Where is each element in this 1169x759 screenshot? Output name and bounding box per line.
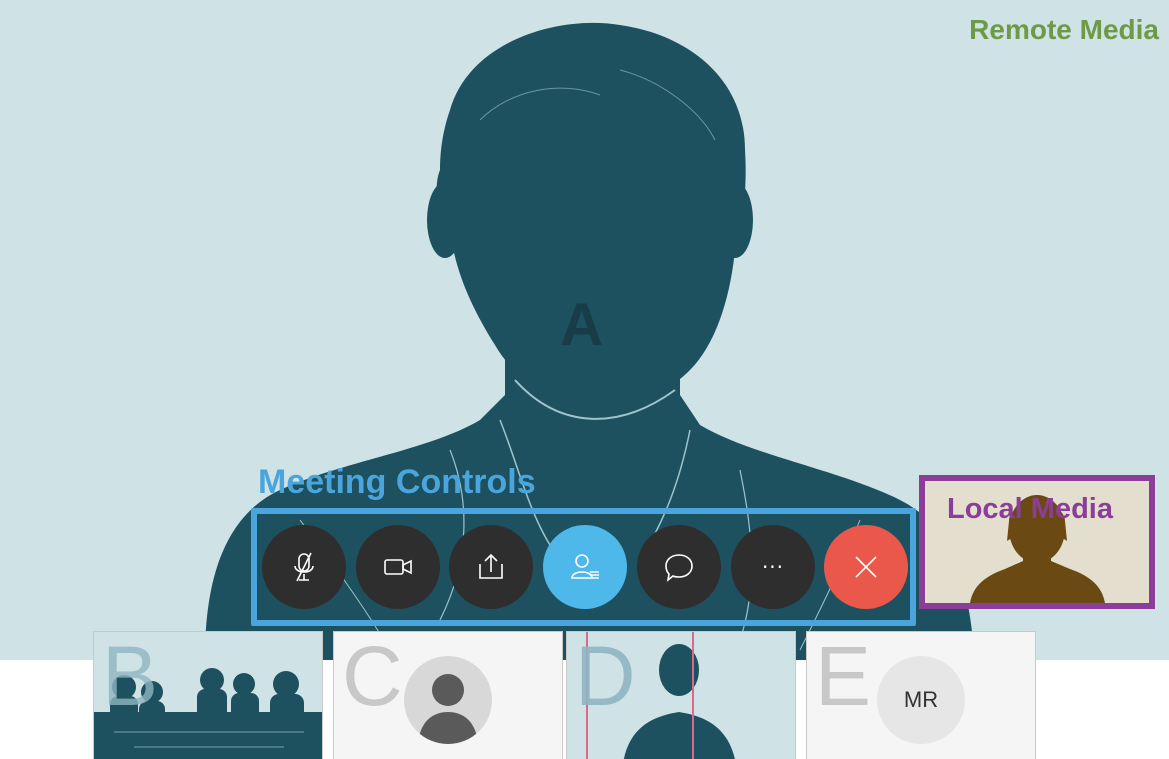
participant-letter-b: B [102,631,159,723]
speaker-letter-a: A [560,291,604,358]
participant-letter-c: C [342,631,403,723]
mute-button[interactable] [262,525,346,609]
participant-thumb-c[interactable]: C [333,631,563,759]
initials-avatar: MR [877,656,965,744]
microphone-muted-icon [294,552,314,582]
participant-thumb-e[interactable]: E MR [806,631,1036,759]
participant-letter-d: D [575,631,636,723]
participants-icon [571,554,599,579]
avatar [404,656,492,744]
share-button[interactable] [449,525,533,609]
local-media-label: Local Media [947,493,1113,525]
more-options-button[interactable]: ··· [731,525,815,609]
participant-letter-e: E [815,631,872,723]
participant-thumb-b[interactable]: B [93,631,323,759]
more-options-icon: ··· [761,555,785,579]
local-media-preview[interactable]: Local Media [919,475,1155,609]
video-camera-icon [384,559,412,575]
end-call-button[interactable] [824,525,908,609]
participant-thumb-d[interactable]: D [566,631,796,759]
remote-media-label: Remote Media [969,14,1159,45]
share-upload-icon [479,553,503,579]
meeting-controls-label: Meeting Controls [258,463,536,501]
chat-button[interactable] [637,525,721,609]
video-button[interactable] [356,525,440,609]
close-x-icon [855,556,877,578]
chat-bubble-icon [665,554,693,582]
participants-button[interactable] [543,525,627,609]
person-avatar-icon [418,674,478,744]
